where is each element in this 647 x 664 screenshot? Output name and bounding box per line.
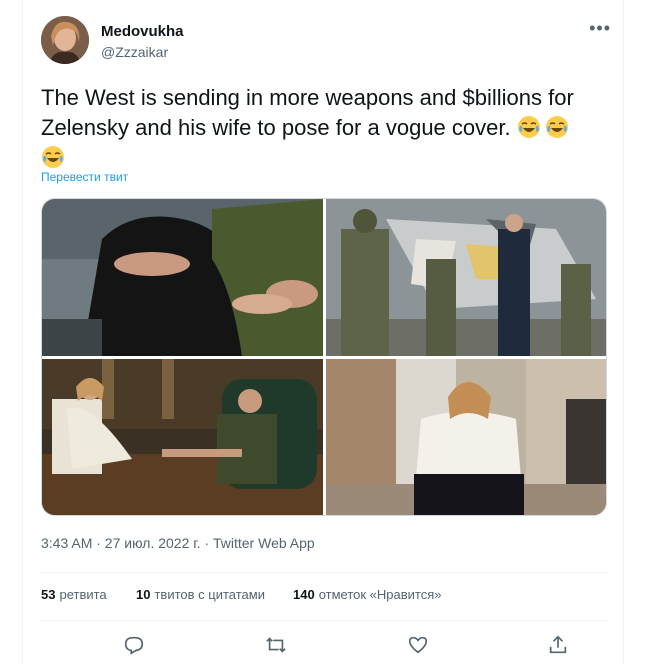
laughing-emoji-icon [41,145,65,169]
likes-count: 140 [293,587,315,602]
quotes-label: твитов с цитатами [154,587,265,602]
laughing-emoji-icon [545,115,569,139]
share-icon[interactable] [547,634,573,660]
retweets-count: 53 [41,587,56,602]
media-grid [41,198,607,516]
tweet-text: The West is sending in more weapons and … [41,83,611,173]
quotes-count: 10 [136,587,151,602]
divider [41,572,607,573]
laughing-emoji-icon [517,115,541,139]
tweet-timestamp[interactable]: 3:43 AM · 27 июл. 2022 г. · Twitter Web … [41,535,315,551]
tweet-card: Medovukha @Zzzaikar ••• The West is send… [22,0,624,664]
likes-label: отметок «Нравится» [318,587,442,602]
like-icon[interactable] [407,634,433,660]
soldiers-plane-photo[interactable] [326,199,606,356]
translate-link[interactable]: Перевести твит [41,170,128,184]
avatar[interactable] [41,16,89,64]
reply-icon[interactable] [123,634,149,660]
seated-woman-photo[interactable] [326,359,606,515]
tweet-header: Medovukha @Zzzaikar ••• [41,16,611,68]
tweet-body: The West is sending in more weapons and … [41,85,574,140]
retweets-label: ретвита [59,587,107,602]
more-options-icon[interactable]: ••• [589,18,611,39]
author-name[interactable]: Medovukha [101,23,184,40]
quotes-stat[interactable]: 10 твитов с цитатами [136,587,265,602]
office-couple-photo[interactable] [42,359,323,515]
retweet-icon[interactable] [265,634,291,660]
embrace-photo[interactable] [42,199,323,356]
tweet-actions [41,634,607,660]
likes-stat[interactable]: 140 отметок «Нравится» [293,587,442,602]
author-handle[interactable]: @Zzzaikar [101,44,168,60]
avatar-photo-icon [41,16,89,64]
retweets-stat[interactable]: 53 ретвита [41,587,107,602]
divider [41,620,607,621]
